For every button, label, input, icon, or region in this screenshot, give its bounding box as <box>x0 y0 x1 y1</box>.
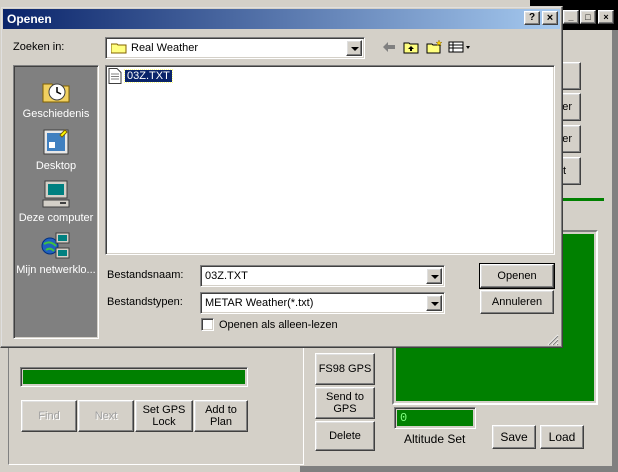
close-button[interactable]: × <box>542 11 558 25</box>
places-item-label: Geschiedenis <box>22 108 90 120</box>
places-item-label: Mijn netwerklo... <box>16 264 96 276</box>
readonly-label[interactable]: Openen als alleen-lezen <box>219 319 338 331</box>
right-edge-shade <box>612 30 618 472</box>
altitude-value: 0 <box>397 410 473 426</box>
look-in-label: Zoeken in: <box>13 41 65 53</box>
open-dialog: Openen ? × Zoeken in: Real Weather Gesch… <box>0 6 563 348</box>
look-in-dropdown[interactable]: Real Weather <box>105 37 365 59</box>
places-item-history[interactable]: Geschiedenis <box>14 74 98 120</box>
chevron-down-icon[interactable] <box>426 295 442 311</box>
next-button[interactable]: Next <box>78 400 134 432</box>
filetype-value: METAR Weather(*.txt) <box>205 297 314 309</box>
desktop-icon <box>40 126 72 158</box>
delete-button[interactable]: Delete <box>315 421 375 451</box>
readonly-checkbox[interactable] <box>201 318 214 331</box>
places-item-label: Deze computer <box>18 212 94 224</box>
cancel-button[interactable]: Annuleren <box>480 290 554 314</box>
send-to-gps-button[interactable]: Send to GPS <box>315 387 375 419</box>
new-folder-icon[interactable] <box>426 40 442 54</box>
altitude-display: 0 <box>394 407 476 429</box>
view-menu-icon[interactable] <box>448 40 472 54</box>
fs98-gps-button[interactable]: FS98 GPS <box>315 353 375 385</box>
load-button[interactable]: Load <box>540 425 584 449</box>
close-button-background[interactable]: × <box>598 10 614 24</box>
chevron-down-icon[interactable] <box>426 268 442 284</box>
my-computer-icon <box>40 178 72 210</box>
filename-value: 03Z.TXT <box>205 270 248 282</box>
text-file-icon <box>108 68 122 84</box>
set-gps-lock-button[interactable]: Set GPS Lock <box>135 400 193 432</box>
file-name: 03Z.TXT <box>124 69 173 83</box>
places-item-network[interactable]: Mijn netwerklo... <box>14 230 98 276</box>
add-to-plan-button[interactable]: Add to Plan <box>194 400 248 432</box>
help-button[interactable]: ? <box>524 11 540 25</box>
minimize-button[interactable]: _ <box>563 10 579 24</box>
file-list[interactable]: 03Z.TXT <box>105 65 555 255</box>
progress-bar <box>20 367 248 387</box>
places-item-label: Desktop <box>35 160 77 172</box>
places-item-desktop[interactable]: Desktop <box>14 126 98 172</box>
list-item[interactable]: 03Z.TXT <box>108 68 173 84</box>
resize-grip[interactable] <box>546 333 559 346</box>
look-in-value: Real Weather <box>131 42 199 54</box>
chevron-down-icon[interactable] <box>346 40 362 56</box>
open-button[interactable]: Openen <box>479 263 555 289</box>
maximize-button[interactable]: □ <box>580 10 596 24</box>
network-places-icon <box>40 230 72 262</box>
filename-input[interactable]: 03Z.TXT <box>200 265 445 287</box>
places-bar: Geschiedenis Desktop Deze computer Mijn … <box>13 65 99 339</box>
dialog-title: Openen <box>7 12 52 26</box>
back-icon[interactable] <box>381 40 397 54</box>
green-divider-line <box>560 198 604 201</box>
folder-icon <box>110 42 127 54</box>
places-item-my-computer[interactable]: Deze computer <box>14 178 98 224</box>
altitude-label: Altitude Set <box>404 432 466 446</box>
filename-label: Bestandsnaam: <box>107 269 184 281</box>
dialog-titlebar: Openen ? × <box>3 9 560 29</box>
filetype-dropdown[interactable]: METAR Weather(*.txt) <box>200 292 445 314</box>
bottom-shade <box>300 466 618 472</box>
find-button[interactable]: Find <box>21 400 77 432</box>
up-folder-icon[interactable] <box>403 40 419 54</box>
save-button[interactable]: Save <box>492 425 536 449</box>
filetype-label: Bestandstypen: <box>107 296 183 308</box>
history-icon <box>40 74 72 106</box>
